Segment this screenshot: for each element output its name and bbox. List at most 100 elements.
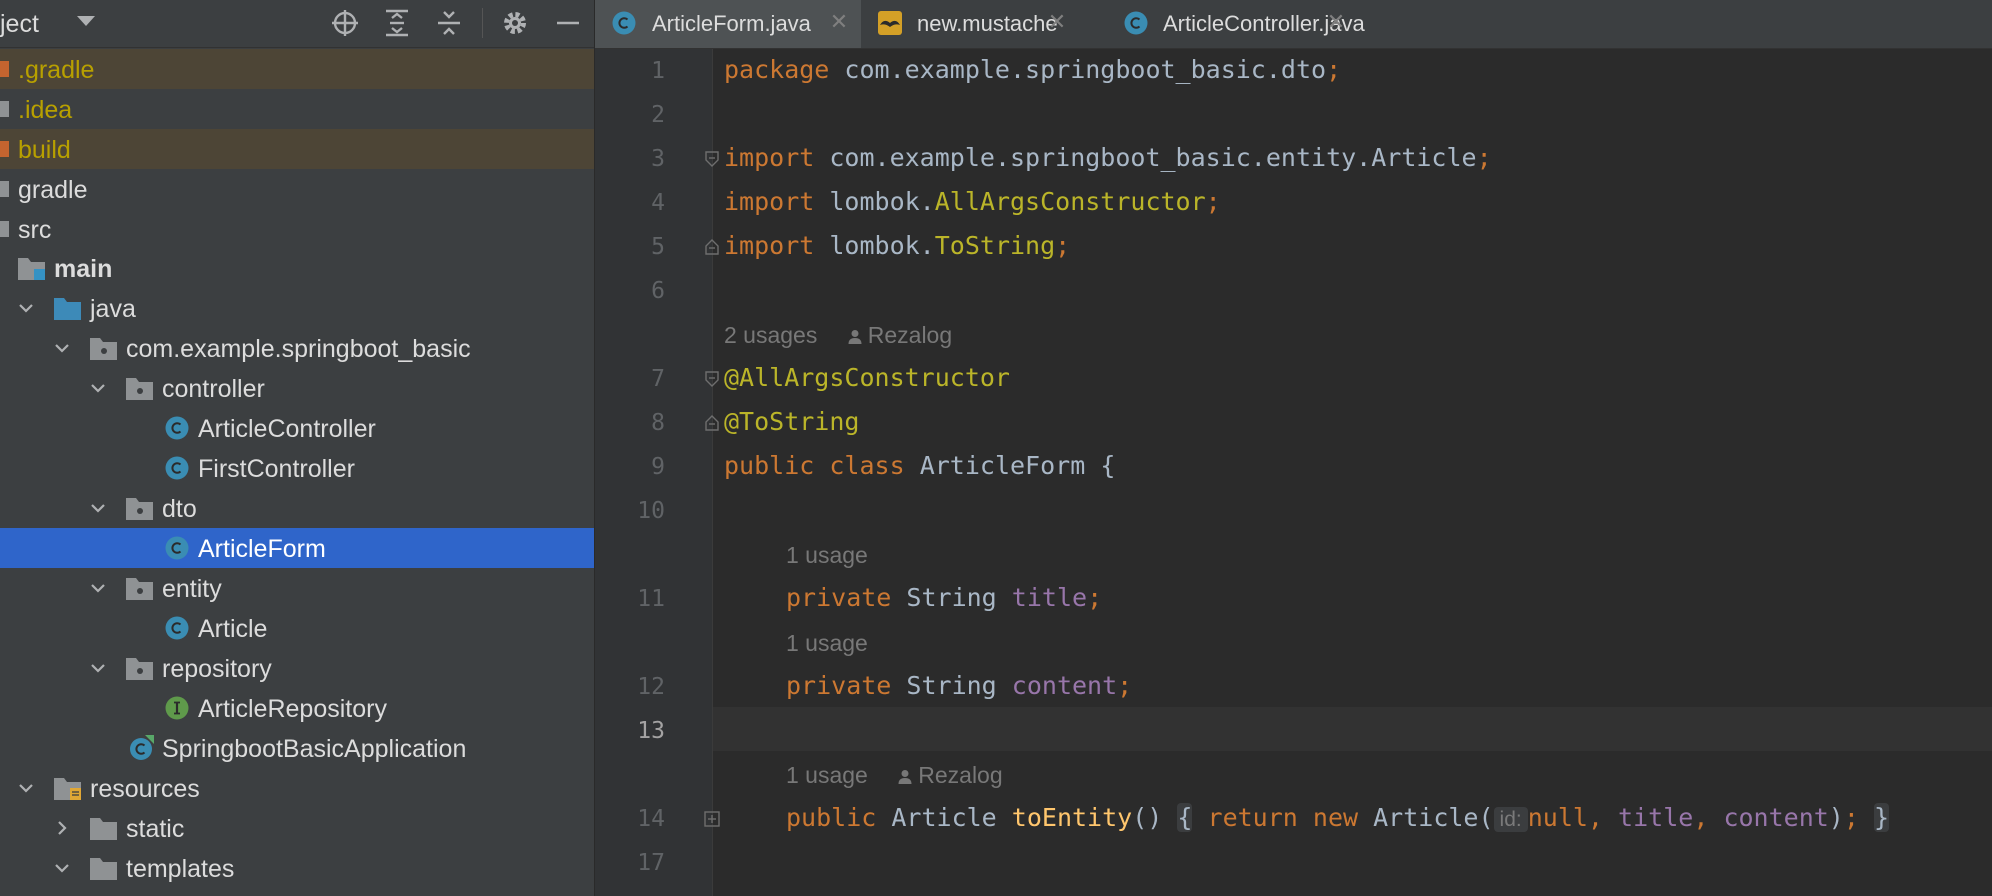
tree-item-static[interactable]: static xyxy=(0,808,594,848)
tree-item-first-controller[interactable]: FirstController xyxy=(0,448,594,488)
project-panel-header: ject xyxy=(0,0,594,48)
person-icon xyxy=(848,329,862,344)
tree-item-label: static xyxy=(126,815,185,843)
project-tool-window: ject .gradle .idea build gradle src main… xyxy=(0,0,594,896)
tree-item-templates[interactable]: templates xyxy=(0,848,594,888)
tree-item-article-controller[interactable]: ArticleController xyxy=(0,408,594,448)
code-line-5: import lombok.ToString; xyxy=(724,231,1071,260)
line-number: 11 xyxy=(637,586,665,612)
code-line-12: private String content; xyxy=(786,671,1133,700)
line-number: 7 xyxy=(651,366,665,392)
code-line-7: @AllArgsConstructor xyxy=(724,363,1010,392)
tree-item-resources[interactable]: resources xyxy=(0,768,594,808)
line-number: 17 xyxy=(637,850,665,876)
usages-hint[interactable]: 2 usages Rezalog xyxy=(724,322,952,349)
view-selector-dropdown-icon[interactable] xyxy=(77,16,95,26)
java-class-icon xyxy=(1124,11,1148,35)
tree-item-article-form[interactable]: ArticleForm xyxy=(0,528,594,568)
code-line-4: import lombok.AllArgsConstructor; xyxy=(724,187,1221,216)
folded-brace: } xyxy=(1873,803,1890,832)
tree-item-label: .idea xyxy=(18,96,73,124)
gear-icon[interactable] xyxy=(500,8,530,38)
tree-item-src[interactable]: src xyxy=(0,209,594,249)
author-hint: Rezalog xyxy=(918,762,1003,788)
tree-item-build[interactable]: build xyxy=(0,129,594,169)
spring-boot-class-icon xyxy=(130,735,154,760)
toolbar-separator xyxy=(482,8,483,38)
folder-icon xyxy=(0,221,9,237)
fold-end-icon[interactable] xyxy=(704,415,720,431)
tree-item-label: dto xyxy=(162,495,197,523)
tab-label: new.mustache xyxy=(917,11,1058,36)
tree-item-label: build xyxy=(18,136,71,164)
usages-hint[interactable]: 1 usage xyxy=(786,630,868,657)
chevron-down-icon[interactable] xyxy=(88,578,108,598)
chevron-right-icon[interactable] xyxy=(52,818,72,838)
chevron-down-icon[interactable] xyxy=(16,778,36,798)
fold-marker-icon[interactable] xyxy=(704,371,720,387)
chevron-down-icon[interactable] xyxy=(16,298,36,318)
tree-item-label: resources xyxy=(90,775,200,803)
fold-marker-icon[interactable] xyxy=(704,151,720,167)
tree-item-article-repository[interactable]: ArticleRepository xyxy=(0,688,594,728)
tree-item-article[interactable]: Article xyxy=(0,608,594,648)
close-icon[interactable]: ✕ xyxy=(828,10,850,34)
close-icon[interactable]: ✕ xyxy=(1325,10,1347,34)
expand-all-icon[interactable] xyxy=(382,8,412,38)
tab-article-controller[interactable]: ArticleController.java ✕ xyxy=(1057,0,1365,48)
usages-hint[interactable]: 1 usage xyxy=(786,542,868,569)
tab-article-form[interactable]: ArticleForm.java ✕ xyxy=(595,0,861,48)
line-number: 4 xyxy=(651,190,665,216)
chevron-down-icon[interactable] xyxy=(52,858,72,878)
code-line-1: package com.example.springboot_basic.dto… xyxy=(724,55,1342,84)
chevron-down-icon[interactable] xyxy=(88,498,108,518)
chevron-down-icon[interactable] xyxy=(88,378,108,398)
tree-item-main[interactable]: main xyxy=(0,248,594,288)
tree-item-entity[interactable]: entity xyxy=(0,568,594,608)
project-view-title[interactable]: ject xyxy=(0,10,39,39)
tree-item-label: controller xyxy=(162,375,265,403)
tree-item-package-root[interactable]: com.example.springboot_basic xyxy=(0,328,594,368)
tree-item-label: main xyxy=(54,255,113,283)
tree-item-label: ArticleController xyxy=(198,415,376,443)
tree-item-label: SpringbootBasicApplication xyxy=(162,735,467,763)
tree-item-java[interactable]: java xyxy=(0,288,594,328)
tree-item-dto[interactable]: dto xyxy=(0,488,594,528)
folder-icon xyxy=(90,818,117,840)
line-number: 3 xyxy=(651,146,665,172)
folder-icon xyxy=(0,141,9,157)
tree-item-springboot-application[interactable]: SpringbootBasicApplication xyxy=(0,728,594,768)
folded-brace: { xyxy=(1177,803,1193,832)
code-editor[interactable]: 1 2 3 4 5 6 7 8 9 10 11 12 13 14 17 pack… xyxy=(595,49,1992,896)
fold-end-icon[interactable] xyxy=(704,239,720,255)
code-line-3: import com.example.springboot_basic.enti… xyxy=(724,143,1492,172)
chevron-down-icon[interactable] xyxy=(88,658,108,678)
folder-icon xyxy=(0,61,9,77)
tree-item-repository[interactable]: repository xyxy=(0,648,594,688)
line-number: 8 xyxy=(651,410,665,436)
tree-item-controller[interactable]: controller xyxy=(0,368,594,408)
tree-item-label: src xyxy=(18,216,52,244)
module-folder-icon xyxy=(18,258,45,280)
package-icon xyxy=(90,338,117,360)
code-line-11: private String title; xyxy=(786,583,1103,612)
current-line-highlight xyxy=(713,707,1992,751)
tree-item-gradle-cache[interactable]: .gradle xyxy=(0,49,594,89)
tree-item-idea[interactable]: .idea xyxy=(0,89,594,129)
usages-hint[interactable]: 1 usage Rezalog xyxy=(786,762,1003,789)
tree-item-gradle[interactable]: gradle xyxy=(0,169,594,209)
tree-item-label: ArticleForm xyxy=(198,535,326,563)
line-number: 12 xyxy=(637,674,665,700)
tree-item-label: java xyxy=(90,295,136,323)
package-icon xyxy=(126,658,153,680)
java-class-icon xyxy=(165,536,189,560)
expand-fold-icon[interactable] xyxy=(704,811,720,827)
collapse-all-icon[interactable] xyxy=(434,8,464,38)
tree-item-label: com.example.springboot_basic xyxy=(126,335,471,363)
tree-item-label: gradle xyxy=(18,176,88,204)
chevron-down-icon[interactable] xyxy=(52,338,72,358)
crosshair-icon[interactable] xyxy=(330,8,360,38)
tab-new-mustache[interactable]: new.mustache ✕ xyxy=(861,0,1066,48)
java-class-icon xyxy=(165,416,189,440)
minimize-icon[interactable] xyxy=(553,8,583,38)
